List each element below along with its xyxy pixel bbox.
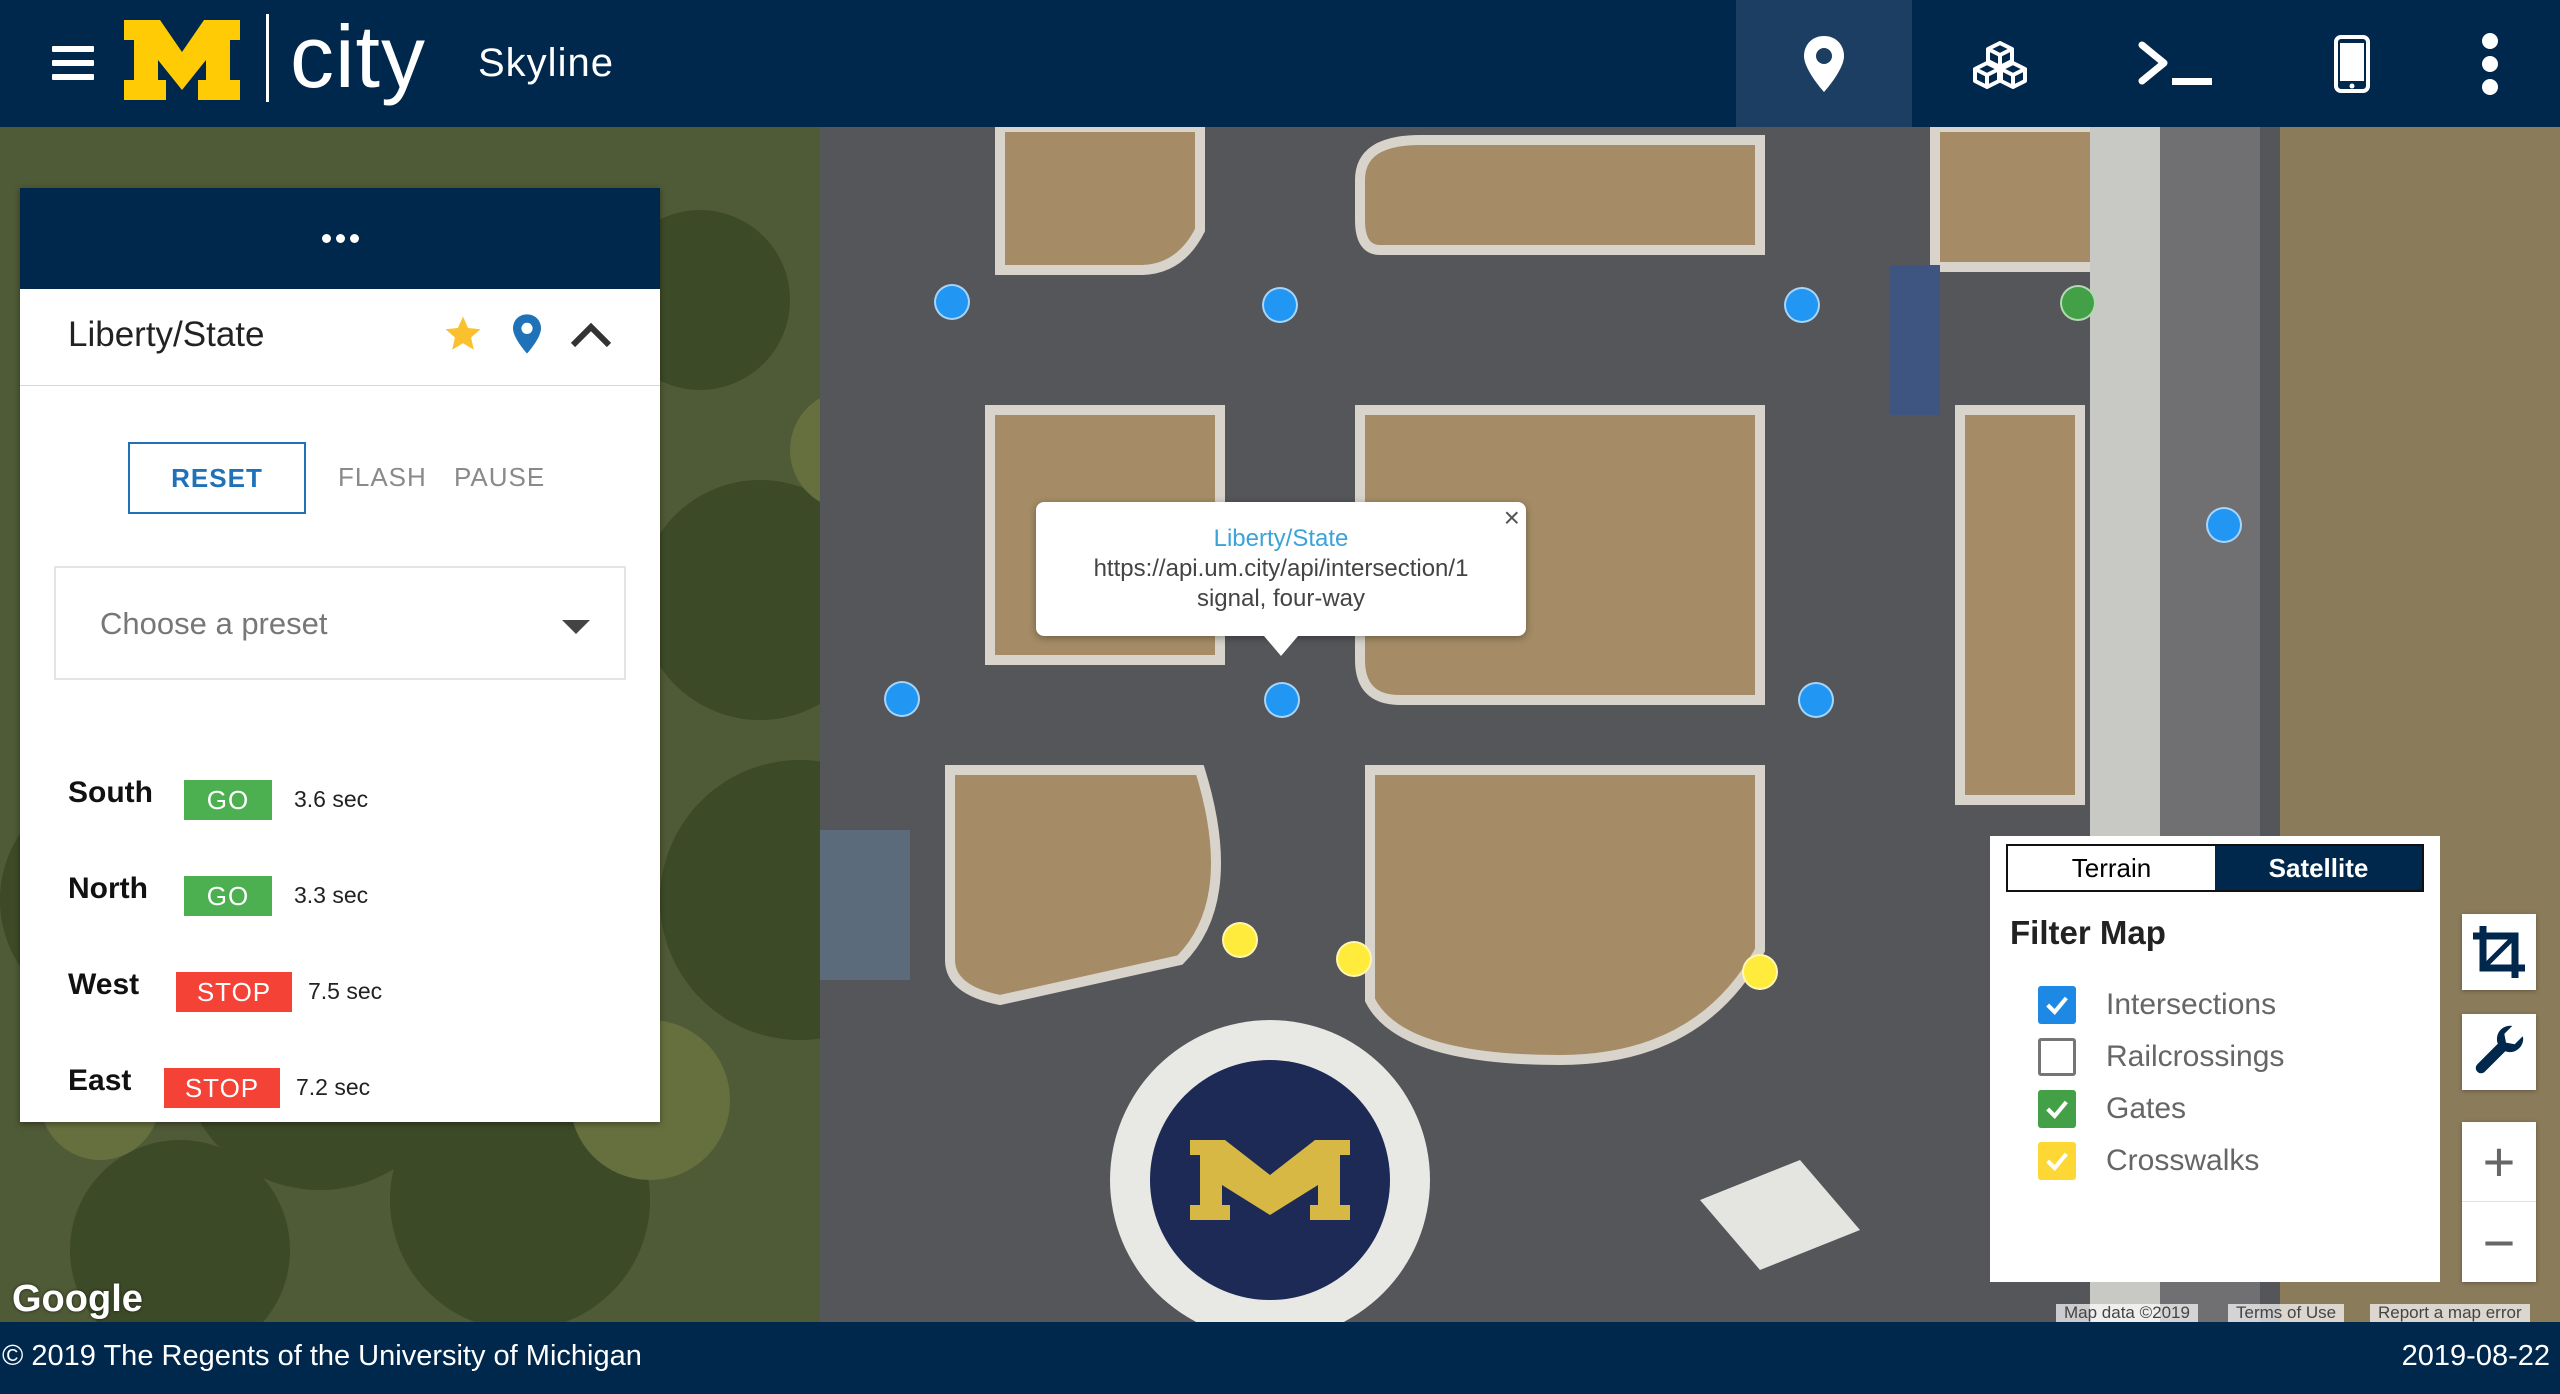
footer: © 2019 The Regents of the University of … [0,1322,2560,1394]
panel-drag-handle[interactable] [20,188,660,289]
popup-url: https://api.um.city/api/intersection/1 [1093,555,1469,582]
crosswalk-marker[interactable] [1336,941,1372,977]
check-icon [2046,1100,2068,1120]
terrain-button[interactable]: Terrain [2008,846,2215,890]
copyright-text: © 2019 The Regents of the University of … [2,1340,642,1372]
signal-time: 7.2 sec [296,1074,371,1100]
brand-divider [266,14,269,102]
preset-placeholder: Choose a preset [100,606,328,641]
filter-label: Crosswalks [2106,1144,2260,1177]
signal-row-north: North GO 3.3 sec [68,872,428,916]
pause-button[interactable]: PAUSE [454,462,545,493]
brand-city: city [290,7,426,106]
popup-title-link[interactable]: Liberty/State [1036,524,1526,554]
checkbox-unchecked[interactable] [2038,1038,2076,1076]
intersection-panel: Liberty/State RESET FLASH PAUSE Choose a… [20,188,660,1122]
signal-row-east: East STOP 7.2 sec [68,1064,428,1108]
block-m-logo [124,20,240,100]
checkbox-checked[interactable] [2038,986,2076,1024]
check-icon [2046,996,2068,1016]
intersection-marker[interactable] [1784,287,1820,323]
check-icon [2046,1152,2068,1172]
reset-button[interactable]: RESET [128,442,306,514]
intersection-marker[interactable] [1262,287,1298,323]
nav-terminal-button[interactable] [2088,0,2264,127]
signal-status-badge: GO [184,876,272,916]
crop-button[interactable] [2462,914,2536,990]
intersection-marker[interactable] [2206,507,2242,543]
terms-link[interactable]: Terms of Use [2228,1304,2345,1322]
filter-label: Gates [2106,1092,2187,1125]
google-logo: Google [12,1278,143,1320]
signal-status-badge: GO [184,780,272,820]
cubes-icon [1973,40,2027,89]
zoom-controls: + − [2462,1122,2536,1282]
signal-direction: North [68,872,148,905]
signal-status-badge: STOP [176,972,292,1012]
preset-select[interactable]: Choose a preset [54,566,626,680]
footer-date: 2019-08-22 [2401,1340,2550,1372]
more-vert-icon [2482,32,2498,95]
signal-row-west: West STOP 7.5 sec [68,968,428,1012]
crosswalk-marker[interactable] [1742,954,1778,990]
top-app-bar: city Skyline [0,0,2560,127]
signal-time: 3.6 sec [294,786,369,812]
gate-marker[interactable] [2060,285,2096,321]
signal-direction: West [68,968,140,1001]
tools-button[interactable] [2462,1014,2536,1090]
intersection-marker[interactable] [884,681,920,717]
map-marker-icon [1804,35,1844,92]
zoom-out-button[interactable]: − [2462,1202,2536,1282]
close-icon[interactable]: × [1504,502,1520,534]
satellite-button[interactable]: Satellite [2215,846,2422,890]
menu-icon[interactable] [52,46,94,80]
signal-time: 3.3 sec [294,882,369,908]
nav-cubes-button[interactable] [1912,0,2088,127]
checkbox-checked[interactable] [2038,1142,2076,1180]
collapse-chevron-up-icon[interactable] [568,317,614,351]
intersection-info-popup: × Liberty/State https://api.um.city/api/… [1036,502,1526,656]
locate-marker-icon[interactable] [510,313,544,355]
crosswalk-marker[interactable] [1222,922,1258,958]
favorite-star-icon[interactable] [442,313,484,355]
filter-title: Filter Map [2010,914,2166,951]
map-type-toggle: Terrain Satellite [2006,844,2424,892]
signal-status-badge: STOP [164,1068,280,1108]
intersection-marker-selected[interactable] [1264,682,1300,718]
signal-direction: South [68,776,153,809]
nav-more-button[interactable] [2400,0,2560,127]
dropdown-arrow-icon [562,620,590,634]
nav-map-button[interactable] [1736,0,1912,127]
filter-label: Railcrossings [2106,1040,2285,1073]
intersection-marker[interactable] [1798,682,1834,718]
intersection-marker[interactable] [934,284,970,320]
signal-time: 7.5 sec [308,978,383,1004]
mobile-icon [2334,34,2370,93]
signal-direction: East [68,1064,132,1097]
map-data-attribution: Map data ©2019 [2056,1304,2198,1322]
wrench-icon [2475,1025,2524,1074]
checkbox-checked[interactable] [2038,1090,2076,1128]
more-horiz-icon [321,234,359,243]
terminal-icon [2138,41,2212,85]
zoom-in-button[interactable]: + [2462,1122,2536,1202]
crop-icon [2473,926,2525,978]
app-name: Skyline [478,41,614,85]
filter-label: Intersections [2106,988,2277,1021]
panel-title-row: Liberty/State [20,289,660,386]
intersection-title: Liberty/State [68,315,265,354]
popup-type: signal, four-way [1196,585,1366,612]
filter-map-panel: Terrain Satellite Filter Map Intersectio… [1990,836,2440,1282]
signal-row-south: South GO 3.6 sec [68,776,428,820]
flash-button[interactable]: FLASH [338,462,427,493]
report-error-link[interactable]: Report a map error [2370,1304,2530,1322]
